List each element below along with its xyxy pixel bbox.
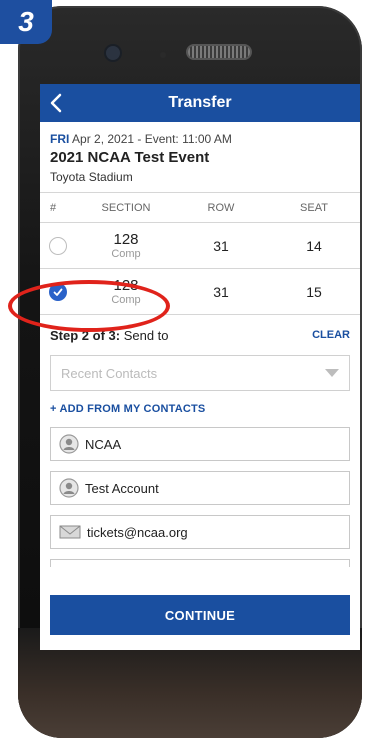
person-icon: [59, 478, 79, 498]
ticket-row[interactable]: 128 Comp 31 14: [40, 223, 360, 269]
contact-field[interactable]: tickets@ncaa.org: [50, 515, 350, 549]
person-icon: [59, 434, 79, 454]
event-date-time: Apr 2, 2021 - Event: 11:00 AM: [72, 132, 232, 146]
recent-contacts-dropdown[interactable]: Recent Contacts: [50, 355, 350, 391]
step-label: Send to: [123, 327, 169, 343]
back-chevron-icon[interactable]: [46, 90, 68, 116]
caret-down-icon: [325, 369, 339, 377]
contact-name: NCAA: [85, 436, 122, 452]
add-from-contacts-link[interactable]: + ADD FROM MY CONTACTS: [40, 391, 360, 427]
section-cell: 128 Comp: [78, 232, 174, 260]
contact-name: Test Account: [85, 480, 159, 496]
section-sub: Comp: [111, 247, 141, 260]
contact-field-partial: [50, 559, 350, 567]
speaker-grille-icon: [186, 44, 252, 60]
ticket-radio[interactable]: [49, 236, 67, 255]
clear-button[interactable]: CLEAR: [312, 329, 350, 341]
header-row: ROW: [207, 201, 235, 214]
stage: 3 Transfer FRI Apr 2, 2021 - Event: 11:0…: [0, 0, 377, 742]
event-info: FRI Apr 2, 2021 - Event: 11:00 AM 2021 N…: [40, 122, 360, 193]
sensor-icon: [160, 52, 166, 58]
row-cell: 31: [213, 237, 229, 254]
seat-cell: 15: [306, 283, 322, 300]
camera-icon: [106, 46, 120, 60]
contact-field[interactable]: Test Account: [50, 471, 350, 505]
event-name: 2021 NCAA Test Event: [50, 149, 210, 166]
contact-email: tickets@ncaa.org: [87, 524, 188, 540]
step-number-badge: 3: [0, 0, 52, 44]
header-section: SECTION: [101, 201, 151, 214]
page-title: Transfer: [168, 94, 232, 111]
envelope-icon: [59, 524, 81, 540]
contact-field[interactable]: NCAA: [50, 427, 350, 461]
row-cell: 31: [213, 283, 229, 300]
header-hash: #: [50, 201, 57, 214]
continue-button[interactable]: CONTINUE: [50, 595, 350, 635]
seat-cell: 14: [306, 237, 322, 254]
event-day: FRI: [50, 132, 70, 146]
app-screen: Transfer FRI Apr 2, 2021 - Event: 11:00 …: [40, 84, 360, 650]
event-venue: Toyota Stadium: [50, 170, 133, 184]
dropdown-placeholder: Recent Contacts: [61, 365, 158, 381]
section-number: 128: [113, 230, 139, 248]
header-seat: SEAT: [300, 201, 328, 214]
nav-bar: Transfer: [40, 84, 360, 122]
annotation-ellipse: [8, 280, 170, 332]
event-datetime: FRI Apr 2, 2021 - Event: 11:00 AM: [50, 132, 350, 146]
ticket-table-header: # SECTION ROW SEAT: [40, 193, 360, 223]
